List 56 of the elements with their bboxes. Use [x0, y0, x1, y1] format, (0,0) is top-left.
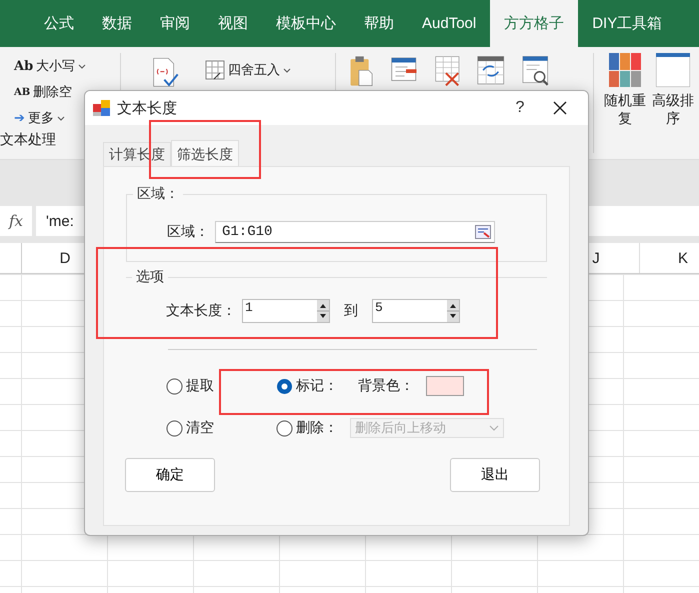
- field-label: 到: [344, 302, 358, 320]
- radio-selected-icon[interactable]: [276, 378, 293, 394]
- color-blocks-icon: [609, 53, 641, 87]
- field-label: 背景色：: [358, 377, 414, 395]
- chevron-down-icon: [489, 425, 499, 431]
- table-delete-icon: [435, 55, 461, 87]
- ribbon-button[interactable]: 高级排序: [654, 53, 692, 159]
- radio-icon[interactable]: [166, 378, 183, 394]
- document-check-icon: [151, 57, 179, 89]
- ribbon-tab[interactable]: 审阅: [146, 0, 204, 47]
- ribbon-button[interactable]: Ab 大小写: [14, 53, 86, 79]
- table-swap-icon: [477, 55, 506, 87]
- number-spinner[interactable]: 5: [372, 299, 460, 323]
- ribbon-tab[interactable]: AudTool: [408, 0, 490, 47]
- caret-icon: [78, 64, 86, 68]
- field-label: 区域：: [167, 223, 209, 241]
- radio-icon[interactable]: [166, 420, 183, 436]
- group-title: 文本处理: [0, 131, 57, 149]
- clipboard-icon: [348, 55, 374, 87]
- dialog-button[interactable]: 确定: [125, 458, 215, 492]
- ribbon-tab[interactable]: 数据: [88, 0, 146, 47]
- ribbon-button[interactable]: 随机重复: [606, 53, 644, 159]
- spinner-arrows-icon[interactable]: [317, 300, 329, 322]
- radio-option[interactable]: 清空: [166, 419, 214, 437]
- ribbon-button[interactable]: AB 删除空: [14, 79, 72, 105]
- app-icon: [93, 99, 111, 117]
- spinner-arrows-icon[interactable]: [447, 300, 459, 322]
- ribbon-tab[interactable]: 模板中心: [262, 0, 350, 47]
- dialog-tab[interactable]: 计算长度: [103, 142, 171, 166]
- ribbon-button[interactable]: 四舍五入: [205, 57, 291, 83]
- ribbon-tab[interactable]: DIY工具箱: [578, 0, 676, 47]
- ribbon-tab[interactable]: 公式: [30, 0, 88, 47]
- caret-icon: [283, 68, 291, 72]
- color-swatch[interactable]: [426, 376, 464, 396]
- ribbon-tab[interactable]: 方方格子: [490, 0, 578, 47]
- ribbon-tab[interactable]: 帮助: [350, 0, 408, 47]
- close-icon: [553, 101, 567, 115]
- search-table-icon: [522, 55, 550, 87]
- dialog-button[interactable]: 退出: [450, 458, 540, 492]
- grid-icon: [205, 60, 225, 80]
- radio-option[interactable]: 提取: [166, 377, 214, 395]
- group-title: 区域：: [136, 185, 180, 203]
- column-header[interactable]: K: [640, 243, 699, 273]
- caret-icon: [56, 116, 65, 120]
- dialog-title: 文本长度: [117, 98, 178, 118]
- group-title: 选项: [135, 268, 165, 286]
- function-button[interactable]: fx: [0, 206, 32, 236]
- field-label: 文本长度：: [166, 302, 236, 320]
- ribbon-tab[interactable]: 视图: [204, 0, 262, 47]
- ribbon-button[interactable]: ➔ 更多: [14, 105, 65, 131]
- number-spinner[interactable]: 1: [242, 299, 330, 323]
- dialog-tab[interactable]: 筛选长度: [171, 140, 239, 166]
- radio-option[interactable]: 标记：: [276, 377, 338, 395]
- range-field[interactable]: G1:G10: [215, 221, 495, 243]
- range-picker-icon[interactable]: [475, 225, 491, 239]
- help-button[interactable]: ?: [500, 99, 540, 117]
